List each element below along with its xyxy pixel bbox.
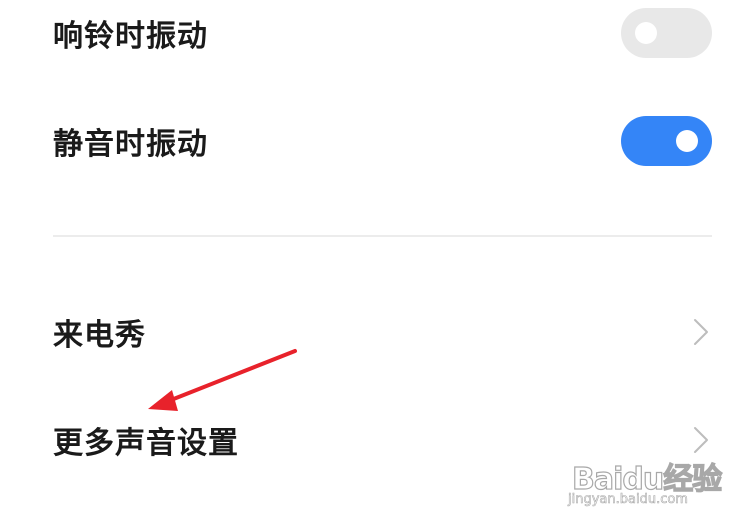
setting-row-vibrate-on-silent[interactable]: 静音时振动 bbox=[0, 101, 744, 181]
setting-label: 更多声音设置 bbox=[53, 426, 239, 461]
toggle-knob bbox=[635, 22, 657, 44]
setting-row-caller-show[interactable]: 来电秀 bbox=[0, 292, 744, 372]
setting-label: 静音时振动 bbox=[53, 127, 208, 162]
watermark-url: jingyan.baidu.com bbox=[568, 492, 689, 508]
setting-label: 来电秀 bbox=[53, 318, 146, 353]
baidu-jingyan-watermark: Baidu经验 jingyan.baidu.com bbox=[566, 444, 723, 514]
toggle-knob bbox=[676, 130, 698, 152]
section-divider bbox=[53, 235, 712, 237]
vibrate-on-silent-toggle[interactable] bbox=[621, 116, 712, 166]
vibrate-on-ring-toggle[interactable] bbox=[621, 8, 712, 58]
setting-row-vibrate-on-ring[interactable]: 响铃时振动 bbox=[0, 0, 744, 73]
setting-label: 响铃时振动 bbox=[53, 19, 208, 54]
chevron-right-icon bbox=[694, 319, 708, 345]
